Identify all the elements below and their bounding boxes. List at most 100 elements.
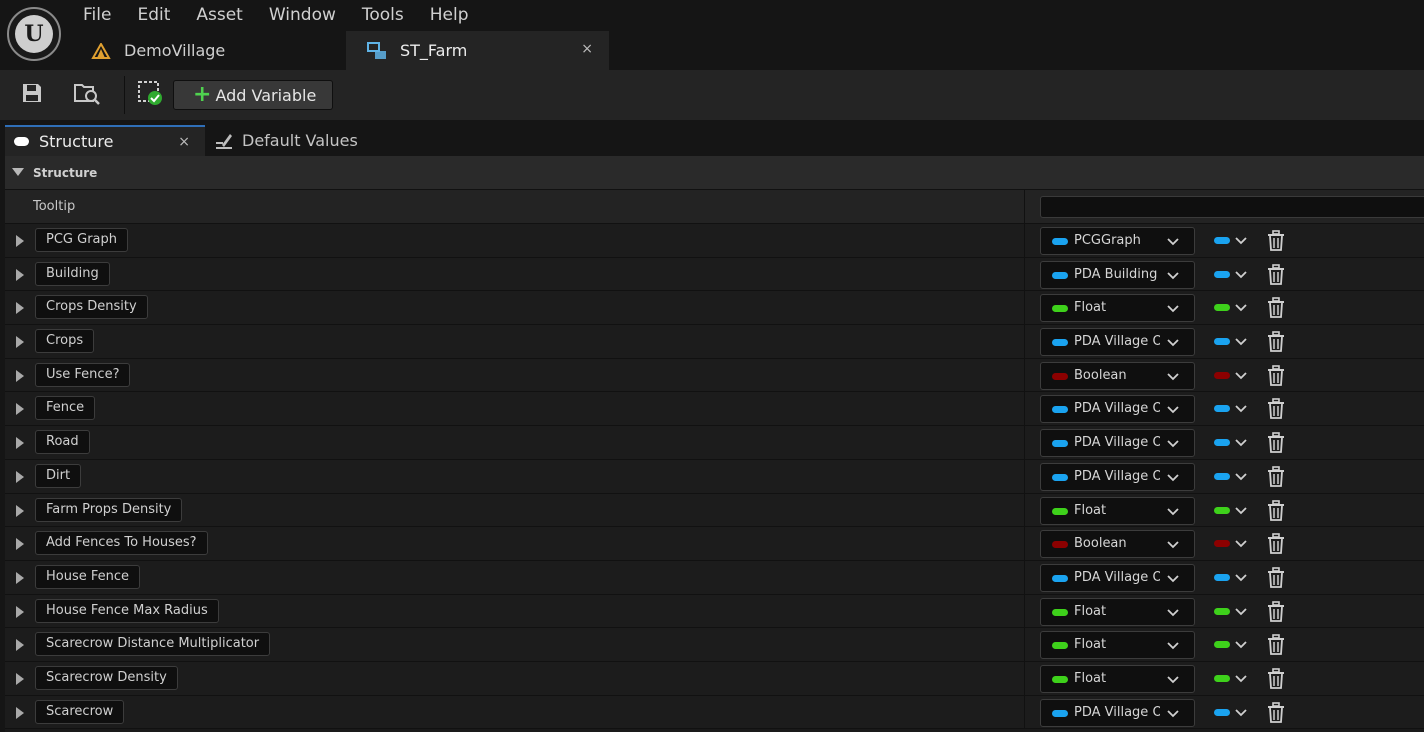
expand-arrow-icon[interactable] [16, 639, 24, 652]
variable-name-field[interactable]: Crops Density [35, 295, 148, 320]
tab-structure[interactable]: Structure × [5, 125, 205, 156]
menu-asset[interactable]: Asset [183, 0, 255, 30]
delete-variable-button[interactable] [1266, 701, 1286, 724]
container-type-dropdown[interactable] [1214, 233, 1254, 249]
container-type-dropdown[interactable] [1214, 300, 1254, 316]
variable-type-label: PDA Village Ob [1074, 468, 1160, 484]
variable-type-dropdown[interactable]: PDA Village Ob [1040, 462, 1195, 491]
container-type-dropdown[interactable] [1214, 503, 1254, 519]
variable-name-field[interactable]: Road [35, 430, 90, 455]
variable-type-dropdown[interactable]: PDA Building [1040, 260, 1195, 289]
unreal-logo-icon[interactable]: U [7, 7, 61, 61]
variable-name-field[interactable]: Use Fence? [35, 362, 131, 387]
menu-tools[interactable]: Tools [349, 0, 417, 30]
expand-arrow-icon[interactable] [16, 706, 24, 719]
expand-arrow-icon[interactable] [16, 538, 24, 551]
expand-arrow-icon[interactable] [16, 437, 24, 450]
menu-window[interactable]: Window [256, 0, 349, 30]
container-type-dropdown[interactable] [1214, 705, 1254, 721]
delete-variable-button[interactable] [1266, 432, 1286, 454]
variable-name-field[interactable]: Building [35, 261, 110, 286]
menu-help[interactable]: Help [417, 0, 482, 30]
container-type-dropdown[interactable] [1214, 469, 1254, 485]
close-tab-icon[interactable]: × [178, 134, 190, 150]
menu-file[interactable]: File [70, 0, 124, 30]
variable-type-dropdown[interactable]: Float [1040, 597, 1195, 626]
container-type-dropdown[interactable] [1214, 637, 1254, 653]
container-type-dropdown[interactable] [1214, 368, 1254, 384]
variable-type-dropdown[interactable]: PCGGraph [1040, 227, 1195, 255]
variable-type-dropdown[interactable]: PDA Village Ob [1040, 563, 1195, 592]
collapse-arrow-icon[interactable] [12, 168, 24, 176]
variable-name-field[interactable]: PCG Graph [35, 228, 128, 252]
expand-arrow-icon[interactable] [16, 571, 24, 584]
browse-button[interactable] [72, 80, 102, 110]
delete-variable-button[interactable] [1266, 533, 1286, 555]
variable-type-dropdown[interactable]: Boolean [1040, 361, 1195, 390]
container-type-dropdown[interactable] [1214, 401, 1254, 417]
variable-name-field[interactable]: Add Fences To Houses? [35, 531, 208, 556]
variable-name-field[interactable]: Fence [35, 396, 96, 421]
tab-st-farm[interactable]: ST_Farm × [346, 31, 609, 70]
variable-name-field[interactable]: Scarecrow Distance Multiplicator [35, 632, 271, 657]
container-type-dropdown[interactable] [1214, 604, 1254, 620]
tooltip-input[interactable] [1040, 196, 1424, 218]
tab-default-values[interactable]: Default Values [209, 125, 409, 156]
expand-arrow-icon[interactable] [16, 369, 24, 382]
expand-arrow-icon[interactable] [16, 470, 24, 483]
variable-name-field[interactable]: House Fence Max Radius [35, 598, 219, 623]
variable-type-dropdown[interactable]: PDA Village Ob [1040, 395, 1195, 424]
variable-name-field[interactable]: House Fence [35, 564, 141, 589]
variable-type-dropdown[interactable]: Float [1040, 664, 1195, 693]
variable-type-dropdown[interactable]: Boolean [1040, 530, 1195, 559]
add-variable-button[interactable]: + Add Variable [173, 80, 333, 110]
trash-icon [1266, 668, 1286, 694]
delete-variable-button[interactable] [1266, 263, 1286, 286]
container-type-dropdown[interactable] [1214, 570, 1254, 586]
container-pill-icon [1214, 439, 1230, 447]
variable-type-dropdown[interactable]: PDA Village Ob [1040, 698, 1195, 727]
add-variable-label: Add Variable [215, 85, 317, 105]
variable-type-dropdown[interactable]: Float [1040, 294, 1195, 323]
expand-arrow-icon[interactable] [16, 235, 24, 247]
container-type-dropdown[interactable] [1214, 435, 1254, 451]
expand-arrow-icon[interactable] [16, 268, 24, 281]
container-type-dropdown[interactable] [1214, 334, 1254, 350]
delete-variable-button[interactable] [1266, 331, 1286, 353]
variable-type-dropdown[interactable]: Float [1040, 631, 1195, 660]
expand-arrow-icon[interactable] [16, 302, 24, 315]
tab-demovillage[interactable]: DemoVillage [70, 31, 346, 70]
expand-arrow-icon[interactable] [16, 504, 24, 517]
container-type-dropdown[interactable] [1214, 267, 1254, 283]
container-type-dropdown[interactable] [1214, 671, 1254, 687]
delete-variable-button[interactable] [1266, 567, 1286, 589]
delete-variable-button[interactable] [1266, 668, 1286, 690]
delete-variable-button[interactable] [1266, 297, 1286, 319]
variable-name-field[interactable]: Crops [35, 329, 95, 354]
expand-arrow-icon[interactable] [16, 403, 24, 416]
save-button[interactable] [17, 80, 47, 110]
delete-variable-button[interactable] [1266, 364, 1286, 387]
container-type-dropdown[interactable] [1214, 536, 1254, 552]
expand-arrow-icon[interactable] [16, 336, 24, 349]
delete-variable-button[interactable] [1266, 634, 1286, 656]
variable-name-field[interactable]: Farm Props Density [35, 497, 183, 522]
expand-arrow-icon[interactable] [16, 605, 24, 618]
delete-variable-button[interactable] [1266, 499, 1286, 522]
delete-variable-button[interactable] [1266, 398, 1286, 420]
variable-name-field[interactable]: Dirt [35, 463, 82, 488]
menu-edit[interactable]: Edit [124, 0, 183, 30]
variable-type-dropdown[interactable]: Float [1040, 496, 1195, 525]
expand-arrow-icon[interactable] [16, 672, 24, 685]
variable-type-dropdown[interactable]: PDA Village Ob [1040, 328, 1195, 357]
type-pill-icon [1052, 473, 1068, 481]
delete-variable-button[interactable] [1266, 230, 1286, 252]
variable-type-dropdown[interactable]: PDA Village Ob [1040, 429, 1195, 458]
delete-variable-button[interactable] [1266, 466, 1286, 488]
close-tab-icon[interactable]: × [581, 41, 593, 57]
apply-changes-button[interactable] [135, 80, 165, 110]
variable-name-field[interactable]: Scarecrow [35, 699, 125, 724]
delete-variable-button[interactable] [1266, 600, 1286, 623]
section-header-structure[interactable]: Structure [5, 156, 1424, 190]
variable-name-field[interactable]: Scarecrow Density [35, 665, 178, 690]
